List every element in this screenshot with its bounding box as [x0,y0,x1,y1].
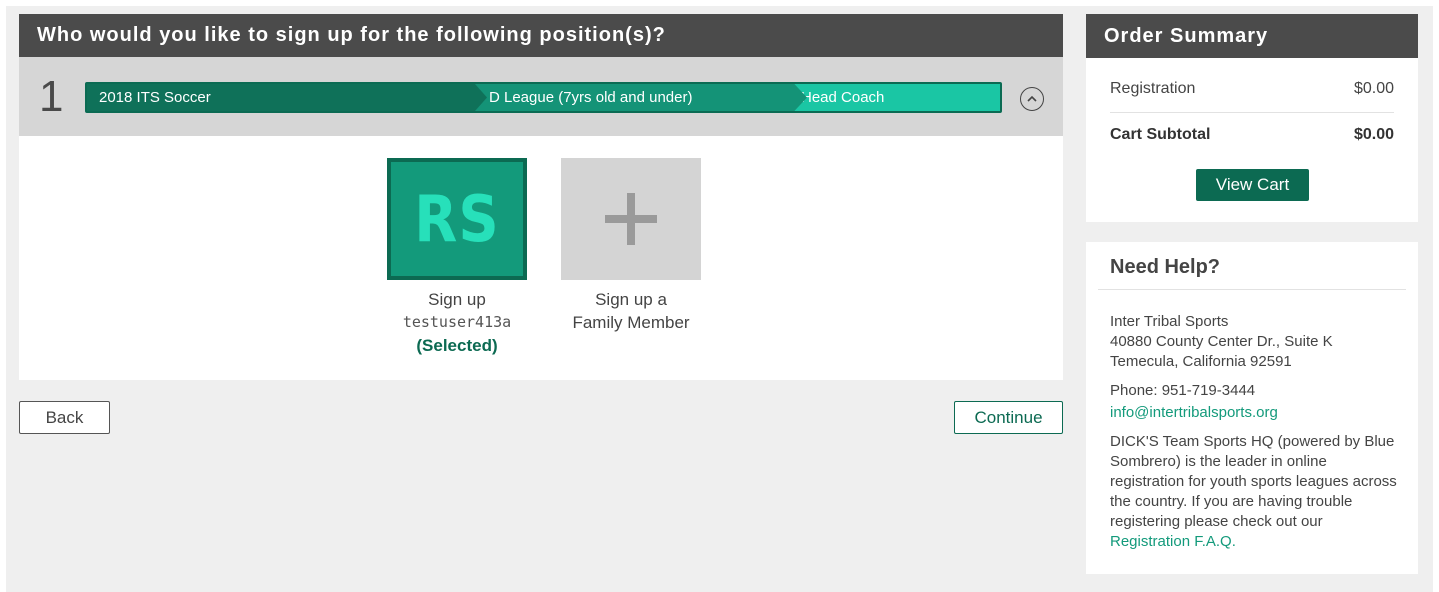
position-breadcrumb: 2018 ITS Soccer D League (7yrs old and u… [85,82,1002,113]
help-about: DICK'S Team Sports HQ (powered by Blue S… [1110,432,1400,552]
breadcrumb-division-label: D League (7yrs old and under) [489,89,693,106]
participant-choices: RS Sign up testuser413a (Selected) Sign … [19,136,1063,380]
add-family-tile[interactable] [561,158,701,280]
chevron-up-icon [1027,95,1037,102]
order-summary-title: Order Summary [1086,14,1418,58]
org-name: Inter Tribal Sports [1110,313,1229,330]
help-title: Need Help? [1110,256,1221,278]
subtotal-row: Cart Subtotal $0.00 [1110,126,1394,144]
choice-self[interactable]: RS Sign up testuser413a (Selected) [387,158,527,358]
help-email-link[interactable]: info@intertribalsports.org [1110,403,1400,423]
subtotal-label: Cart Subtotal [1110,126,1211,143]
registration-row: Registration $0.00 [1110,80,1394,98]
help-phone: Phone: 951-719-3444 [1110,382,1256,399]
breadcrumb-program: 2018 ITS Soccer [87,84,487,111]
choice-family-line2: Family Member [572,313,690,332]
choice-family-line1: Sign up a [595,290,667,309]
page-title: Who would you like to sign up for the fo… [19,14,1063,57]
avatar-initials: RS [414,181,500,257]
help-address: Inter Tribal Sports 40880 County Center … [1110,312,1400,372]
faq-link[interactable]: Registration F.A.Q. [1110,533,1236,550]
help-panel: Need Help? Inter Tribal Sports 40880 Cou… [1086,242,1418,574]
help-about-text: DICK'S Team Sports HQ (powered by Blue S… [1110,433,1397,530]
step-number: 1 [39,72,64,121]
registration-label: Registration [1110,80,1196,97]
address-line2: Temecula, California 92591 [1110,353,1292,370]
address-line1: 40880 County Center Dr., Suite K [1110,333,1333,350]
registration-value: $0.00 [1353,80,1394,97]
breadcrumb-role-label: Head Coach [801,89,885,106]
order-summary-title-text: Order Summary [1104,24,1269,47]
back-button[interactable]: Back [19,401,110,434]
continue-button[interactable]: Continue [954,401,1063,434]
breadcrumb-program-label: 2018 ITS Soccer [99,89,211,106]
subtotal-value: $0.00 [1353,126,1394,143]
order-divider [1110,112,1394,113]
order-summary-panel: Registration $0.00 Cart Subtotal $0.00 V… [1086,58,1418,222]
avatar-tile-selected[interactable]: RS [387,158,527,280]
selected-status: (Selected) [416,336,498,355]
help-divider [1098,289,1406,290]
view-cart-button[interactable]: View Cart [1196,169,1309,201]
position-row: 1 2018 ITS Soccer D League (7yrs old and… [19,57,1063,136]
plus-icon [605,193,657,245]
choice-self-username: testuser413a [402,313,512,331]
page-title-text: Who would you like to sign up for the fo… [37,24,666,46]
collapse-button[interactable] [1020,87,1044,111]
choice-self-line1: Sign up [428,290,486,309]
choice-family-member[interactable]: Sign up a Family Member [561,158,701,334]
